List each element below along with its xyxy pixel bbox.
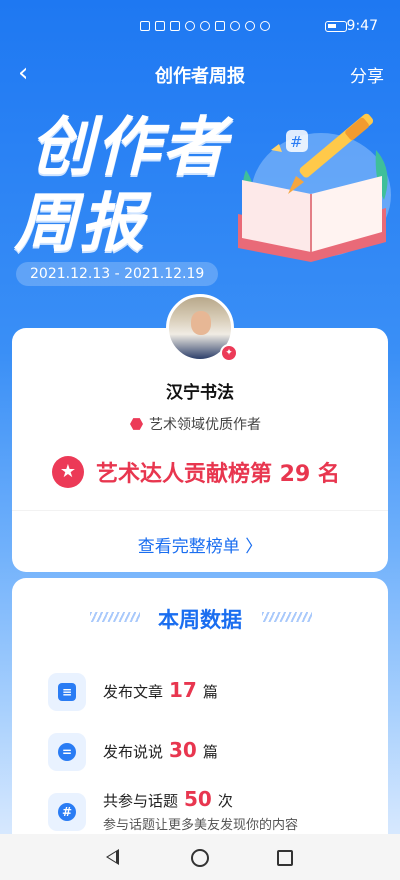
contribution-rank: ★ 艺术达人贡献榜第 29 名 (52, 456, 340, 488)
app-icon (170, 21, 180, 31)
notification-icon (185, 21, 195, 31)
stat-value: 30 (169, 738, 197, 762)
stat-unit: 篇 (202, 743, 218, 761)
shield-star-icon (130, 418, 143, 430)
rank-text: 艺术达人贡献榜第 29 名 (96, 462, 340, 487)
chat-bubble-icon: = (48, 733, 86, 771)
document-icon: ≡ (48, 673, 86, 711)
stat-label: 发布说说 (103, 743, 164, 761)
page-title: 创作者周报 (155, 66, 245, 87)
eye-icon (200, 21, 210, 31)
stat-topics-subtitle: 参与话题让更多美友发现你的内容 (103, 818, 299, 833)
stat-topics: 共参与话题 50 次 (103, 787, 233, 811)
date-range-pill: 2021.12.13 - 2021.12.19 (16, 262, 219, 286)
nav-recents-square-icon[interactable] (277, 850, 293, 866)
hero-title-line2: 周报 (14, 187, 146, 261)
quality-author-label: 艺术领域优质作者 (149, 417, 261, 433)
battery-icon (325, 21, 347, 32)
mute-icon (230, 21, 240, 31)
nav-back-triangle-icon[interactable] (106, 849, 119, 865)
svg-text:#: # (290, 133, 303, 151)
system-nav-bar (0, 834, 400, 880)
author-name: 汉宁书法 (166, 383, 234, 403)
weekly-data-title: 本周数据 (158, 608, 242, 632)
signal-icon (140, 21, 150, 31)
stat-value: 50 (184, 787, 212, 811)
decorative-dashes-right (262, 612, 312, 622)
send-icon (155, 21, 165, 31)
stat-label: 发布文章 (103, 683, 164, 701)
stat-posts: 发布说说 30 篇 (103, 738, 218, 762)
stat-label: 共参与话题 (103, 792, 179, 810)
stat-unit: 篇 (202, 683, 218, 701)
nfc-icon (215, 21, 225, 31)
book-pen-illustration: # (238, 113, 391, 262)
status-icons (140, 21, 270, 31)
hashtag-icon: # (48, 793, 86, 831)
divider (12, 510, 388, 511)
location-icon (260, 21, 270, 31)
verified-badge-icon: ✦ (220, 344, 238, 362)
view-full-list-link[interactable]: 查看完整榜单 〉 (0, 532, 400, 557)
bluetooth-icon (245, 21, 255, 31)
star-icon: ★ (52, 456, 84, 488)
status-time: 9:47 (346, 18, 378, 34)
avatar-face (191, 311, 211, 335)
quality-author-tag: 艺术领域优质作者 (130, 414, 261, 434)
stat-unit: 次 (217, 792, 233, 810)
top-nav-bar: ‹ 创作者周报 分享 (0, 58, 400, 92)
stat-value: 17 (169, 678, 197, 702)
share-button[interactable]: 分享 (350, 62, 384, 87)
stat-articles: 发布文章 17 篇 (103, 678, 218, 702)
status-bar: 9:47 (0, 0, 400, 58)
nav-home-circle-icon[interactable] (191, 849, 209, 867)
